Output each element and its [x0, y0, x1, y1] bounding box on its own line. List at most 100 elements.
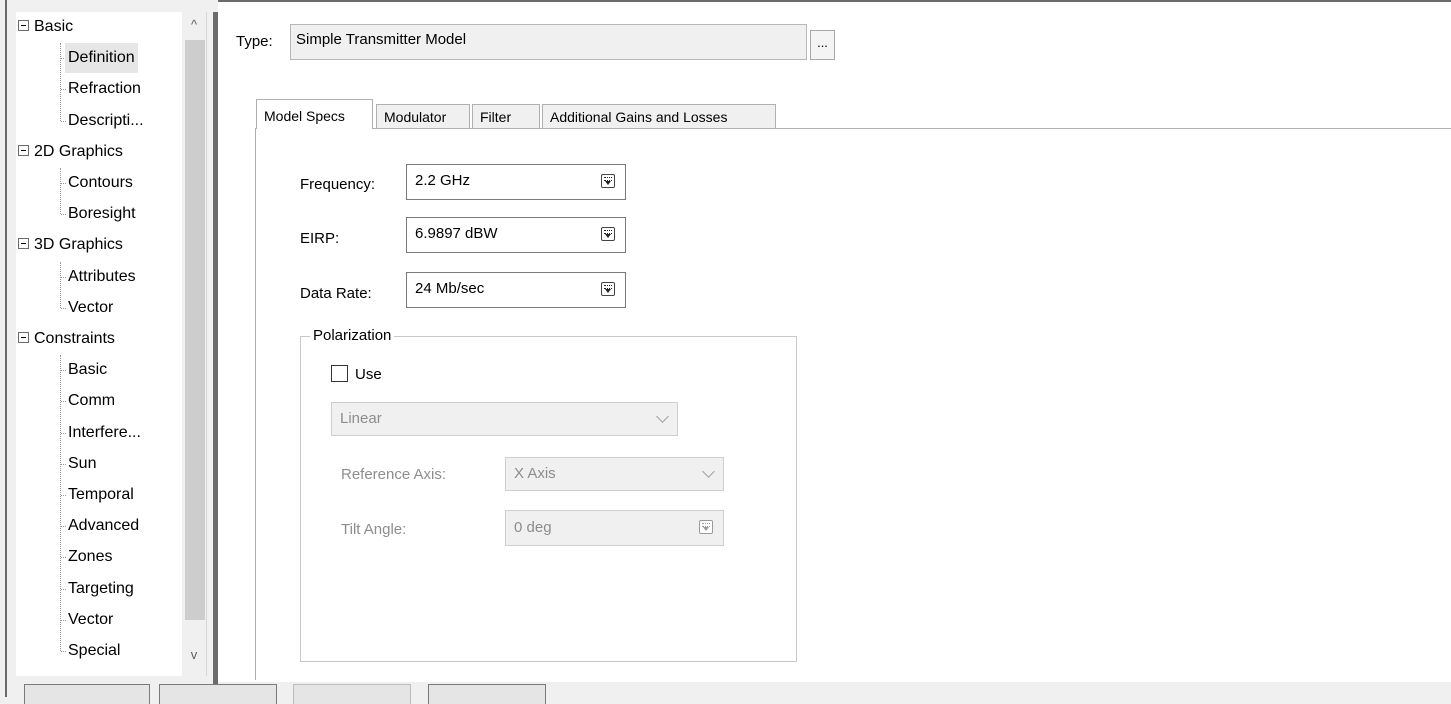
- tree-connector: [61, 588, 66, 590]
- eirp-label: EIRP:: [300, 230, 340, 247]
- tree-group-4[interactable]: 2D Graphics: [16, 137, 182, 167]
- tree-connector: [61, 276, 66, 278]
- apply-button[interactable]: [293, 684, 411, 704]
- polarization-use-label[interactable]: Use: [355, 366, 382, 383]
- collapse-icon[interactable]: [18, 332, 29, 343]
- tab-additional-gains-losses[interactable]: Additional Gains and Losses: [542, 104, 776, 128]
- tree-item-label: Vector: [68, 610, 114, 628]
- tree-item-label: Vector: [68, 298, 114, 316]
- tree-item-20[interactable]: Special: [16, 636, 182, 666]
- tree-item-label: Zones: [68, 548, 113, 566]
- tree-item-label: 3D Graphics: [34, 236, 123, 254]
- reference-axis-label: Reference Axis:: [341, 466, 447, 483]
- tree-item-19[interactable]: Vector: [16, 605, 182, 635]
- tree-connector: [61, 307, 66, 309]
- tilt-angle-value: 0 deg: [514, 519, 552, 536]
- tree-item-label: Attributes: [68, 267, 136, 285]
- units-picker-icon[interactable]: [601, 174, 615, 188]
- type-browse-button[interactable]: ...: [810, 30, 835, 60]
- tab-filter[interactable]: Filter: [472, 104, 540, 128]
- data-rate-field[interactable]: 24 Mb/sec: [406, 272, 626, 308]
- tree-connector: [61, 495, 66, 496]
- properties-tree[interactable]: Basic Definition Refraction Descripti... 2D …: [16, 12, 207, 676]
- tree-connector: [61, 463, 66, 465]
- tree-item-17[interactable]: Zones: [16, 542, 182, 572]
- tree-scrollbar-thumb[interactable]: [185, 40, 205, 620]
- tab-model-specs[interactable]: Model Specs: [256, 99, 373, 129]
- tree-item-3[interactable]: Descripti...: [16, 106, 182, 136]
- tilt-angle-label: Tilt Angle:: [341, 521, 407, 538]
- eirp-field[interactable]: 6.9897 dBW: [406, 217, 626, 253]
- collapse-icon[interactable]: [18, 144, 29, 156]
- polarization-type-select[interactable]: Linear: [331, 402, 678, 436]
- tree-connector: [61, 557, 66, 559]
- tree-item-label: Descripti...: [68, 111, 144, 129]
- tab-body-border: [255, 128, 256, 680]
- frequency-field[interactable]: 2.2 GHz: [406, 164, 626, 200]
- scroll-up-arrow-icon[interactable]: ^: [186, 16, 202, 34]
- tree-item-9[interactable]: Vector: [16, 293, 182, 323]
- tree-item-label: 2D Graphics: [34, 142, 123, 160]
- tree-item-1[interactable]: Definition: [16, 43, 182, 74]
- reference-axis-value: X Axis: [514, 465, 556, 482]
- type-field: Simple Transmitter Model: [290, 24, 807, 60]
- eirp-value: 6.9897 dBW: [415, 225, 498, 242]
- type-label: Type:: [236, 33, 273, 50]
- tree-item-8[interactable]: Attributes: [16, 262, 182, 292]
- tab-modulator[interactable]: Modulator: [376, 104, 470, 128]
- units-picker-icon[interactable]: [699, 520, 713, 534]
- tree-item-label: Comm: [68, 392, 116, 410]
- reference-axis-select[interactable]: X Axis: [505, 457, 724, 491]
- tilt-angle-field[interactable]: 0 deg: [505, 510, 724, 546]
- polarization-use-checkbox[interactable]: [331, 365, 348, 382]
- tree-connector: [61, 651, 66, 652]
- tree-item-label: Targeting: [68, 579, 134, 597]
- tree-connector: [61, 370, 66, 372]
- frequency-value: 2.2 GHz: [415, 172, 471, 189]
- tree-item-12[interactable]: Comm: [16, 386, 182, 416]
- collapse-icon[interactable]: [18, 238, 29, 250]
- tree-item-label: Basic: [68, 361, 108, 379]
- tree-group-7[interactable]: 3D Graphics: [16, 230, 182, 260]
- tree-guide-line: [60, 261, 61, 308]
- tree-item-16[interactable]: Advanced: [16, 511, 182, 541]
- units-picker-icon[interactable]: [601, 282, 615, 296]
- tree-item-label: Special: [68, 642, 121, 659]
- tree-item-label: Advanced: [68, 517, 140, 535]
- tree-item-label: Definition: [65, 43, 138, 74]
- scroll-down-arrow-icon[interactable]: v: [186, 646, 202, 664]
- tree-guide-line: [60, 43, 61, 121]
- tree-item-label: Boresight: [68, 205, 136, 223]
- tree-connector: [61, 214, 66, 216]
- tree-item-label: Refraction: [68, 80, 141, 98]
- tree-item-2[interactable]: Refraction: [16, 74, 182, 104]
- tree-item-label: Constraints: [34, 330, 115, 347]
- tree-item-6[interactable]: Boresight: [16, 199, 182, 229]
- polarization-group: [300, 336, 797, 662]
- data-rate-value: 24 Mb/sec: [415, 280, 485, 297]
- collapse-icon[interactable]: [18, 20, 29, 31]
- data-rate-label: Data Rate:: [300, 285, 372, 302]
- tree-connector: [61, 120, 66, 122]
- tree-item-label: Contours: [68, 174, 133, 191]
- tree-item-18[interactable]: Targeting: [16, 574, 182, 604]
- tree-connector: [61, 619, 66, 621]
- tree-item-13[interactable]: Interfere...: [16, 418, 182, 448]
- tree-group-10[interactable]: Constraints: [16, 324, 182, 354]
- tree-item-label: Temporal: [68, 486, 134, 503]
- polarization-type-value: Linear: [340, 410, 382, 427]
- tree-group-0[interactable]: Basic: [16, 12, 182, 42]
- help-button[interactable]: [428, 684, 546, 704]
- tree-item-label: Sun: [68, 454, 97, 472]
- tree-item-5[interactable]: Contours: [16, 168, 182, 198]
- tree-item-15[interactable]: Temporal: [16, 480, 182, 510]
- tree-item-14[interactable]: Sun: [16, 449, 182, 479]
- tree-item-11[interactable]: Basic: [16, 355, 182, 385]
- chevron-down-icon: [702, 465, 715, 478]
- ok-button[interactable]: [24, 684, 150, 704]
- tree-connector: [61, 526, 66, 528]
- chevron-down-icon: [656, 410, 669, 423]
- units-picker-icon[interactable]: [601, 227, 615, 241]
- cancel-button[interactable]: [159, 684, 277, 704]
- tree-item-label: Interfere...: [68, 423, 141, 441]
